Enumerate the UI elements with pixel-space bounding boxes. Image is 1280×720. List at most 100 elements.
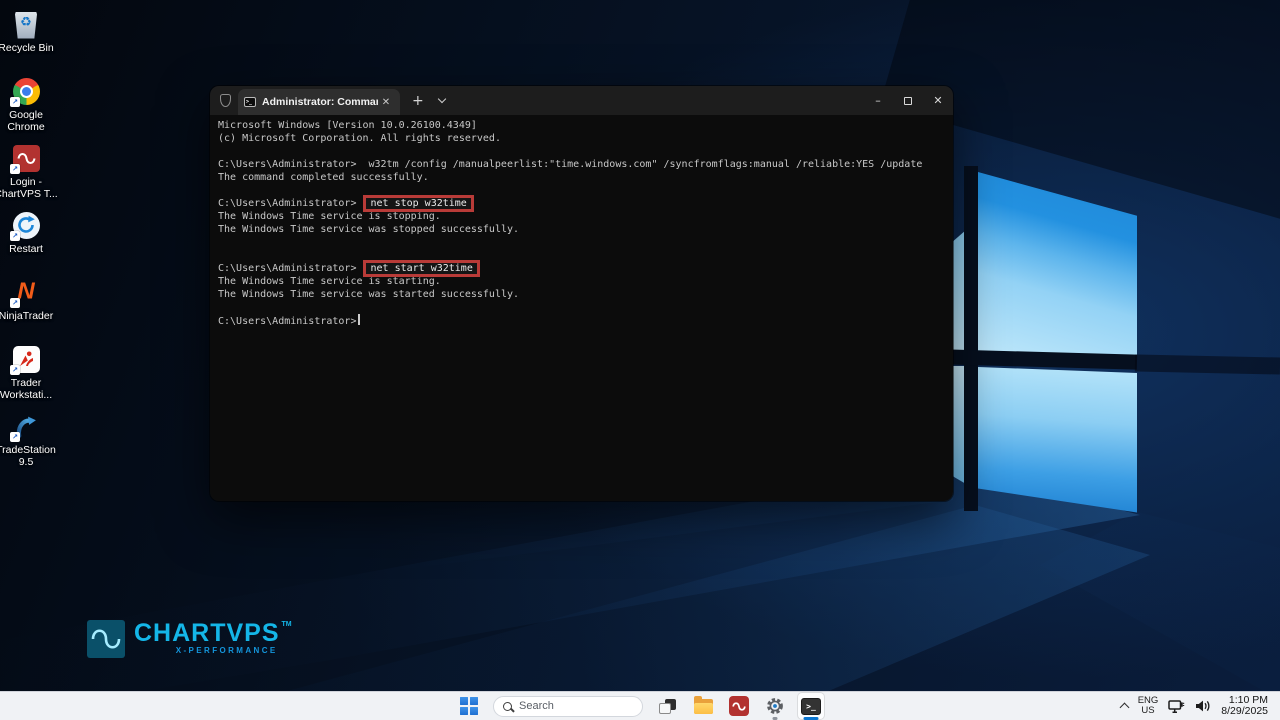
terminal-line [218, 301, 945, 314]
terminal-window: Administrator: Command Pro ✕ + – ✕ Micro… [210, 86, 953, 501]
terminal-line: (c) Microsoft Corporation. All rights re… [218, 132, 945, 145]
gear-icon [766, 697, 784, 715]
terminal-line: The Windows Time service is stopping. [218, 210, 945, 223]
terminal-line [218, 184, 945, 197]
terminal-line [218, 145, 945, 158]
desktop-icon-tradestation[interactable]: ↗ TradeStation 9.5 [0, 410, 54, 468]
chartvps-watermark: CHARTVPS TM X-PERFORMANCE [87, 620, 292, 658]
tradestation-icon: ↗ [10, 410, 42, 442]
terminal-titlebar[interactable]: Administrator: Command Pro ✕ + – ✕ [210, 86, 953, 115]
maximize-button[interactable] [893, 86, 923, 115]
desktop: ♻ Recycle Bin ↗ Google Chrome ↗ Login - … [0, 0, 1280, 720]
desktop-icon-label: Login - ChartVPS T... [0, 177, 71, 200]
trader-workstation-icon: ↗ [10, 343, 42, 375]
terminal-line [218, 249, 945, 262]
terminal-line: Microsoft Windows [Version 10.0.26100.43… [218, 119, 945, 132]
terminal-line: C:\Users\Administrator> net stop w32time [218, 197, 945, 210]
task-view-icon [659, 699, 676, 714]
recycle-bin-icon: ♻ [10, 8, 42, 40]
tab-close-icon[interactable]: ✕ [378, 97, 394, 108]
close-button[interactable]: ✕ [923, 86, 953, 115]
network-icon[interactable] [1168, 699, 1185, 714]
terminal-command: w32tm /config /manualpeerlist:"time.wind… [368, 159, 922, 170]
search-icon [503, 702, 512, 711]
windows-logo-pane [978, 172, 1137, 362]
restart-icon: ↗ [10, 209, 42, 241]
minimize-button[interactable]: – [863, 86, 893, 115]
clock[interactable]: 1:10 PM 8/29/2025 [1221, 695, 1268, 718]
taskbar-search[interactable] [493, 696, 643, 717]
cmd-tab-icon [244, 97, 256, 107]
desktop-icon-recycle-bin[interactable]: ♻ Recycle Bin [0, 8, 54, 55]
desktop-icon-label: NinjaTrader [0, 311, 71, 323]
chartvps-app-button[interactable] [726, 693, 752, 719]
terminal-content[interactable]: Microsoft Windows [Version 10.0.26100.43… [210, 115, 953, 501]
volume-icon[interactable] [1195, 699, 1211, 713]
shortcut-arrow-icon: ↗ [10, 231, 20, 241]
terminal-line: The command completed successfully. [218, 171, 945, 184]
admin-shield-icon [220, 94, 231, 107]
terminal-taskbar-button[interactable]: >_ [798, 693, 824, 719]
taskbar: >_ ENG US 1:10 PM 8/29 [0, 691, 1280, 720]
folder-icon [694, 699, 713, 714]
terminal-line: The Windows Time service was stopped suc… [218, 223, 945, 236]
tray-date: 8/29/2025 [1221, 706, 1268, 718]
desktop-icon-login-chartvps[interactable]: ↗ Login - ChartVPS T... [0, 142, 54, 200]
chartvps-watermark-text: CHARTVPS TM X-PERFORMANCE [134, 620, 292, 655]
desktop-icon-label: Google Chrome [0, 110, 71, 133]
desktop-icon-google-chrome[interactable]: ↗ Google Chrome [0, 75, 54, 133]
tab-dropdown-chevron-icon[interactable] [437, 95, 445, 103]
shortcut-arrow-icon: ↗ [10, 97, 20, 107]
file-explorer-button[interactable] [690, 693, 716, 719]
terminal-line [218, 236, 945, 249]
terminal-line: C:\Users\Administrator> [218, 314, 945, 327]
tab-title: Administrator: Command Pro [262, 96, 378, 108]
chartvps-sine-icon [87, 620, 125, 658]
terminal-line: C:\Users\Administrator>net start w32time [218, 262, 945, 275]
tray-overflow-chevron-icon[interactable] [1119, 703, 1129, 713]
windows-start-icon [460, 697, 479, 716]
search-input[interactable] [519, 700, 629, 712]
terminal-line: The Windows Time service was started suc… [218, 288, 945, 301]
language-region: US [1138, 706, 1159, 716]
desktop-icon-label: Restart [0, 244, 71, 256]
desktop-icon-ninjatrader[interactable]: N ↗ NinjaTrader [0, 276, 54, 323]
shortcut-arrow-icon: ↗ [10, 298, 20, 308]
terminal-line: The Windows Time service is starting. [218, 275, 945, 288]
terminal-prompt: C:\Users\Administrator> [218, 198, 356, 209]
maximize-icon [904, 97, 912, 105]
new-tab-button[interactable]: + [412, 93, 424, 109]
terminal-prompt: C:\Users\Administrator> [218, 159, 356, 170]
terminal-cursor [358, 314, 360, 325]
chrome-icon: ↗ [10, 75, 42, 107]
terminal-line: C:\Users\Administrator> w32tm /config /ma… [218, 158, 945, 171]
language-indicator[interactable]: ENG US [1138, 696, 1159, 716]
sine-wave-icon [17, 151, 36, 166]
terminal-icon: >_ [801, 698, 821, 715]
taskbar-center-group: >_ [451, 692, 829, 720]
settings-button[interactable] [762, 693, 788, 719]
sine-wave-icon [732, 701, 746, 712]
terminal-command-highlighted: net stop w32time [366, 198, 470, 209]
start-button[interactable] [456, 693, 482, 719]
desktop-icon-trader-workstation[interactable]: ↗ Trader Workstati... [0, 343, 54, 401]
chartvps-taskbar-icon [729, 696, 749, 716]
shortcut-arrow-icon: ↗ [10, 365, 20, 375]
windows-logo-frame [964, 166, 978, 511]
ninjatrader-icon: N ↗ [10, 276, 42, 308]
terminal-tab[interactable]: Administrator: Command Pro ✕ [238, 89, 400, 115]
chartvps-login-icon: ↗ [10, 142, 42, 174]
brand-subtitle: X-PERFORMANCE [176, 646, 278, 655]
shortcut-arrow-icon: ↗ [10, 432, 20, 442]
terminal-prompt: C:\Users\Administrator> [218, 316, 356, 327]
wallpaper-shadow-band [1135, 354, 1280, 374]
desktop-icon-label: Recycle Bin [0, 43, 71, 55]
terminal-command-highlighted: net start w32time [366, 263, 476, 274]
task-view-button[interactable] [654, 693, 680, 719]
desktop-icon-label: TradeStation 9.5 [0, 445, 71, 468]
shortcut-arrow-icon: ↗ [10, 164, 20, 174]
desktop-icon-label: Trader Workstati... [0, 378, 71, 401]
system-tray: ENG US 1:10 PM 8/29/2025 [1109, 692, 1280, 720]
trademark-symbol: TM [282, 621, 292, 628]
desktop-icon-restart[interactable]: ↗ Restart [0, 209, 54, 256]
